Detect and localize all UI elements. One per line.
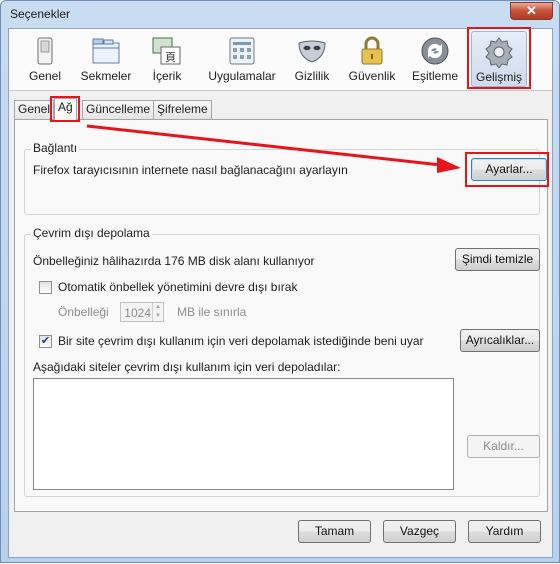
toolbar-item-applications[interactable]: Uygulamalar bbox=[202, 31, 282, 87]
help-button[interactable]: Yardım bbox=[468, 520, 541, 543]
tabs-icon bbox=[92, 38, 120, 64]
subtab-general[interactable]: Genel bbox=[14, 100, 55, 119]
override-cache-label: Otomatik önbellek yönetimini devre dışı … bbox=[58, 280, 298, 294]
preferences-window: Seçenekler ✕ Genel Sekmeler 頁 İçerik Uyg… bbox=[0, 0, 560, 563]
ok-button[interactable]: Tamam bbox=[298, 520, 371, 543]
connection-group-title: Bağlantı bbox=[31, 141, 80, 155]
cache-usage-text: Önbelleğiniz hâlihazırda 176 MB disk ala… bbox=[33, 254, 315, 268]
toolbar-item-general[interactable]: Genel bbox=[18, 31, 72, 87]
clear-now-button[interactable]: Şimdi temizle bbox=[455, 248, 540, 271]
toolbar-item-content[interactable]: 頁 İçerik bbox=[142, 31, 192, 87]
offline-sites-list[interactable] bbox=[33, 378, 454, 490]
spinner-arrows-icon[interactable]: ▲ ▼ bbox=[152, 303, 163, 321]
toolbar-label: Güvenlik bbox=[348, 69, 396, 83]
close-button[interactable]: ✕ bbox=[510, 2, 553, 20]
cache-limit-unit: MB ile sınırla bbox=[177, 305, 247, 319]
settings-highlight-box bbox=[465, 152, 549, 187]
category-toolbar: Genel Sekmeler 頁 İçerik Uygulamalar Gizl… bbox=[9, 27, 552, 91]
offline-sites-list-label: Aşağıdaki siteler çevrim dışı kullanım i… bbox=[33, 360, 341, 374]
privacy-mask-icon bbox=[298, 40, 326, 63]
notify-offline-checkbox[interactable]: ✔ bbox=[39, 335, 52, 348]
toolbar-label: Eşitleme bbox=[411, 69, 458, 83]
title-bar[interactable]: Seçenekler ✕ bbox=[1, 1, 559, 27]
toolbar-item-security[interactable]: Güvenlik bbox=[342, 31, 402, 87]
notify-offline-label: Bir site çevrim dışı kullanım için veri … bbox=[58, 334, 424, 348]
svg-text:頁: 頁 bbox=[165, 52, 176, 64]
security-lock-icon bbox=[361, 36, 383, 65]
exceptions-button[interactable]: Ayrıcalıklar... bbox=[460, 329, 540, 352]
toolbar-label: Gizlilik bbox=[294, 69, 330, 83]
advanced-highlight-box bbox=[467, 27, 531, 89]
connection-description: Firefox tarayıcısının internete nasıl ba… bbox=[33, 163, 348, 177]
general-switch-icon bbox=[37, 37, 53, 65]
sync-icon bbox=[421, 37, 449, 65]
window-title: Seçenekler bbox=[10, 7, 71, 21]
toolbar-label: İçerik bbox=[152, 69, 182, 83]
subtab-update[interactable]: Güncelleme bbox=[82, 100, 155, 119]
toolbar-item-tabs[interactable]: Sekmeler bbox=[73, 31, 139, 87]
cache-limit-value: 1024 bbox=[124, 306, 151, 320]
cancel-button[interactable]: Vazgeç bbox=[383, 520, 456, 543]
remove-site-button[interactable]: Kaldır... bbox=[467, 435, 540, 458]
content-icon: 頁 bbox=[152, 37, 181, 65]
network-tab-highlight-box bbox=[50, 96, 80, 122]
offline-storage-title: Çevrim dışı depolama bbox=[31, 226, 152, 240]
toolbar-item-privacy[interactable]: Gizlilik bbox=[287, 31, 337, 87]
applications-icon bbox=[229, 37, 255, 65]
override-cache-checkbox[interactable] bbox=[39, 281, 52, 294]
dialog-client-area: Genel Sekmeler 頁 İçerik Uygulamalar Gizl… bbox=[8, 27, 553, 558]
cache-limit-label: Önbelleği bbox=[58, 305, 109, 319]
toolbar-label: Sekmeler bbox=[80, 69, 132, 83]
advanced-subtabs: Genel Ağ Güncelleme Şifreleme bbox=[14, 96, 549, 122]
cache-limit-spinner[interactable]: 1024 ▲ ▼ bbox=[120, 302, 164, 322]
toolbar-label: Genel bbox=[28, 69, 62, 83]
toolbar-item-sync[interactable]: Eşitleme bbox=[407, 31, 463, 87]
network-panel: Bağlantı Firefox tarayıcısının internete… bbox=[14, 119, 549, 512]
toolbar-label: Uygulamalar bbox=[208, 69, 276, 83]
connection-group bbox=[24, 149, 540, 215]
subtab-encryption[interactable]: Şifreleme bbox=[153, 100, 212, 119]
